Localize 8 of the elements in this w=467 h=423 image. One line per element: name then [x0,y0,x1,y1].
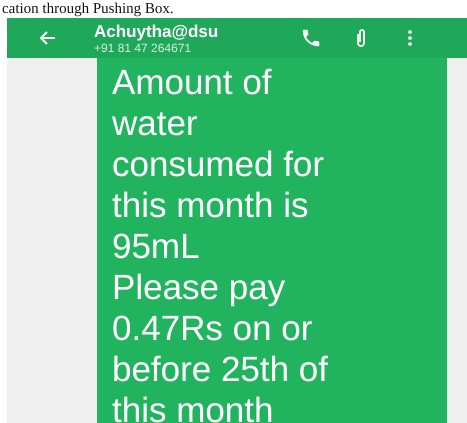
more-icon[interactable] [408,30,412,46]
phone-number: +91 81 47 264671 [94,40,192,54]
document-text: cation through Pushing Box. [2,0,174,18]
message-text: Amount of water consumed for this month is 95mL Please pay 0.47Rs on or before 25th of this month [112,62,329,423]
back-icon[interactable] [40,31,56,45]
paperclip-icon[interactable] [355,28,368,48]
contact-name: Achuytha@dsu [94,22,218,40]
phone-icon[interactable] [300,27,322,49]
